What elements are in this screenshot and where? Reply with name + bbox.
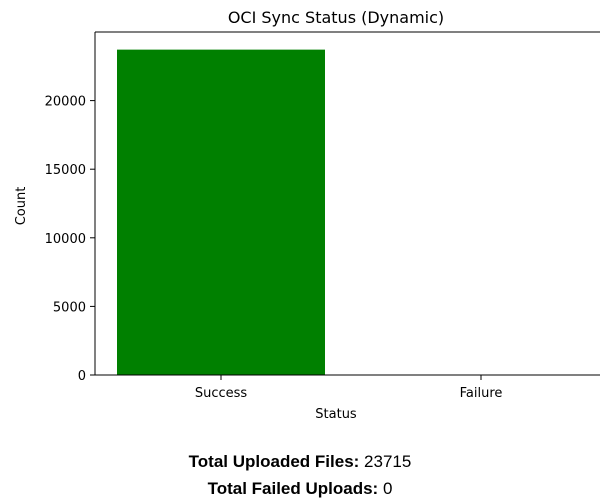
bar-chart: OCI Sync Status (Dynamic) Status Count S… [0,0,600,430]
y-axis-label: Count [14,187,29,226]
x-axis-label: Status [315,407,357,422]
y-tick-label: 15000 [45,163,86,178]
y-tick-label: 20000 [45,95,86,110]
total-uploaded-summary: Total Uploaded Files: 23715 [0,452,600,472]
chart-title: OCI Sync Status (Dynamic) [228,8,444,27]
y-tick-label: 0 [78,369,86,384]
x-tick-label: Failure [460,386,503,401]
total-failed-value: 0 [382,479,393,498]
total-failed-label: Total Failed Uploads: [207,479,379,498]
total-uploaded-value: 23715 [364,452,412,471]
y-tick-label: 5000 [53,300,86,315]
total-failed-summary: Total Failed Uploads: 0 [0,479,600,499]
bar-success [117,49,325,376]
x-tick-label: Success [195,386,248,401]
total-uploaded-label: Total Uploaded Files: [188,452,360,471]
chart-canvas: OCI Sync Status (Dynamic) Status Count S… [14,8,600,422]
bars-layer [117,49,325,376]
y-tick-label: 10000 [45,232,86,247]
